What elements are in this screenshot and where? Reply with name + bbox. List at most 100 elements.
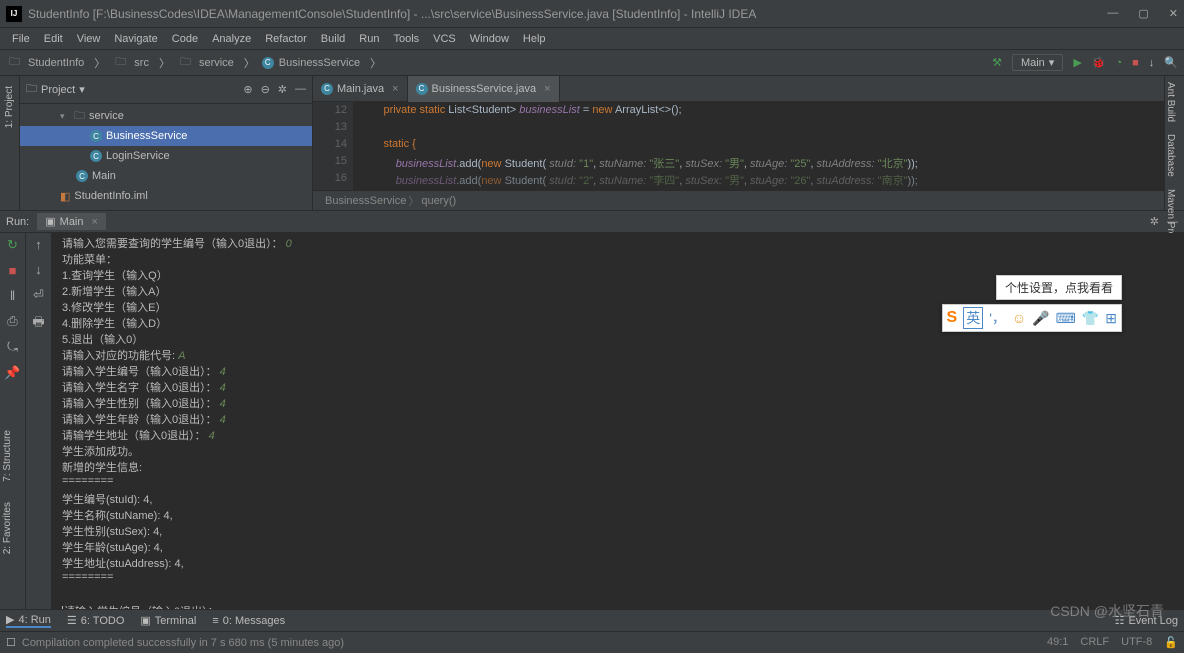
sidebar-ant[interactable]: Ant Build [1165, 76, 1176, 128]
code-editor[interactable]: 1213141516 private static List<Student> … [313, 102, 1164, 190]
menu-tools[interactable]: Tools [387, 31, 425, 47]
left-tool-stripe-lower: 7: Structure 2: Favorites [0, 420, 20, 564]
target-icon[interactable]: ⊖ [261, 83, 270, 96]
exit-icon[interactable]: ⤿ [7, 339, 18, 355]
print-icon[interactable]: 🖶 [32, 313, 44, 335]
ime-emoji-icon[interactable]: ☺ [1012, 310, 1026, 326]
right-tool-stripe: Ant Build Database Maven Projects [1164, 76, 1184, 210]
bottom-tab-run[interactable]: ▶4: Run [6, 613, 51, 628]
close-tab-icon[interactable]: × [392, 83, 398, 95]
ime-keyboard-icon[interactable]: ⌨ [1056, 310, 1076, 327]
lock-icon[interactable]: 🔓 [1164, 636, 1178, 649]
sidebar-favorites[interactable]: 2: Favorites [0, 492, 15, 564]
stop-icon[interactable]: ■ [9, 263, 17, 278]
gear-icon[interactable]: ✲ [1150, 215, 1159, 228]
message-icon: ≡ [212, 615, 218, 627]
close-tab-icon[interactable]: × [544, 83, 550, 95]
status-icon[interactable]: ☐ [6, 636, 16, 649]
ime-mic-icon[interactable]: 🎤 [1032, 310, 1049, 327]
breadcrumb[interactable]: 🗀 StudentInfo 〉 🗀 src 〉 🗀 service 〉 C Bu… [6, 53, 992, 72]
menu-refactor[interactable]: Refactor [259, 31, 313, 47]
run-icon[interactable]: ▶ [1073, 56, 1081, 69]
menu-help[interactable]: Help [517, 31, 552, 47]
menu-vcs[interactable]: VCS [427, 31, 462, 47]
tree-row-iml[interactable]: ◧ StudentInfo.iml [20, 186, 312, 206]
folder-icon: 🗀 [74, 107, 85, 126]
sidebar-structure[interactable]: 7: Structure [0, 420, 15, 492]
class-icon: C [90, 130, 102, 142]
sidebar-database[interactable]: Database [1165, 128, 1176, 183]
down-icon[interactable]: ↓ [35, 262, 42, 277]
crumb-service[interactable]: service [196, 57, 237, 69]
folder-icon: 🗀 [112, 53, 129, 72]
build-icon[interactable]: ⚒ [992, 56, 1002, 69]
ime-skin-icon[interactable]: 👕 [1082, 310, 1099, 327]
git-icon[interactable]: ↓ [1149, 57, 1155, 69]
collapse-icon[interactable]: ⊕ [243, 83, 252, 96]
tree-row-service[interactable]: ▾ 🗀 service [20, 106, 312, 126]
folder-icon: 🗀 [177, 53, 194, 72]
menu-view[interactable]: View [71, 31, 107, 47]
menu-edit[interactable]: Edit [38, 31, 69, 47]
sidebar-project[interactable]: 1: Project [4, 76, 15, 138]
hide-icon[interactable]: — [1167, 216, 1178, 228]
hide-icon[interactable]: — [295, 83, 306, 96]
crumb-class[interactable]: BusinessService [276, 57, 363, 69]
ime-tooltip[interactable]: 个性设置，点我看看 [996, 275, 1122, 300]
ime-lang[interactable]: 英 [963, 307, 983, 329]
editor-tabs: C Main.java × C BusinessService.java × [313, 76, 1164, 102]
class-icon: C [76, 170, 88, 182]
minimize-icon[interactable]: — [1107, 7, 1118, 20]
debug-icon[interactable]: 🐞 [1092, 56, 1106, 69]
bottom-tab-messages[interactable]: ≡0: Messages [212, 615, 285, 627]
iml-icon: ◧ [60, 190, 70, 203]
search-icon[interactable]: 🔍 [1164, 56, 1178, 69]
tree-row-business-service[interactable]: C BusinessService [20, 126, 312, 146]
gear-icon[interactable]: ✲ [278, 83, 287, 96]
status-line-ending[interactable]: CRLF [1080, 636, 1109, 649]
stop-icon[interactable]: ■ [1132, 57, 1139, 69]
tree-row-main[interactable]: C Main [20, 166, 312, 186]
dump-icon[interactable]: ⎙ [7, 313, 17, 329]
up-icon[interactable]: ↑ [35, 237, 42, 252]
tree-row-login-service[interactable]: C LoginService [20, 146, 312, 166]
pin-icon[interactable]: 📌 [4, 365, 20, 381]
chevron-down-icon[interactable]: ▾ [60, 111, 70, 122]
menu-window[interactable]: Window [464, 31, 515, 47]
project-panel-label[interactable]: 🗀 Project ▾ [26, 80, 237, 99]
ime-tool-icon[interactable]: ⊞ [1105, 310, 1117, 327]
crumb-src[interactable]: src [131, 57, 152, 69]
play-icon: ▶ [6, 613, 14, 626]
menu-analyze[interactable]: Analyze [206, 31, 257, 47]
sogou-icon[interactable]: S [947, 309, 958, 327]
editor-breadcrumb[interactable]: BusinessService 〉 query() [313, 190, 1164, 210]
run-panel: Run: ▣ Main × ✲ — ↻ ■ ‖ ⎙ ⤿ 📌 ↑ ↓ ⏎ 🖶 请输… [0, 210, 1184, 609]
tab-main[interactable]: C Main.java × [313, 76, 408, 102]
crumb-root[interactable]: StudentInfo [25, 57, 87, 69]
rerun-icon[interactable]: ↻ [7, 237, 18, 253]
maximize-icon[interactable]: ▢ [1138, 7, 1148, 20]
line-gutter: 1213141516 [313, 102, 353, 190]
ime-punct-icon[interactable]: '， [989, 308, 1006, 328]
close-icon[interactable]: ✕ [1169, 7, 1178, 20]
run-tab-main[interactable]: ▣ Main × [37, 213, 106, 230]
bottom-tab-terminal[interactable]: ▣Terminal [140, 614, 196, 627]
close-tab-icon[interactable]: × [92, 216, 98, 228]
editor-area: C Main.java × C BusinessService.java × 1… [313, 76, 1164, 210]
status-position[interactable]: 49:1 [1047, 636, 1068, 649]
menu-file[interactable]: File [6, 31, 36, 47]
run-config-dropdown[interactable]: Main ▾ [1012, 54, 1063, 71]
project-panel: 🗀 Project ▾ ⊕ ⊖ ✲ — ▾ 🗀 service C Busine… [20, 76, 313, 210]
menu-navigate[interactable]: Navigate [108, 31, 163, 47]
coverage-icon[interactable]: ◔ [1115, 57, 1122, 69]
pause-icon[interactable]: ‖ [10, 288, 15, 303]
menu-build[interactable]: Build [315, 31, 351, 47]
menu-run[interactable]: Run [353, 31, 385, 47]
project-tree[interactable]: ▾ 🗀 service C BusinessService C LoginSer… [20, 104, 312, 208]
bottom-tab-todo[interactable]: ☰6: TODO [67, 614, 124, 627]
tab-business-service[interactable]: C BusinessService.java × [408, 76, 560, 102]
menu-code[interactable]: Code [166, 31, 204, 47]
ime-toolbar[interactable]: S 英 '， ☺ 🎤 ⌨ 👕 ⊞ [942, 304, 1122, 332]
status-encoding[interactable]: UTF-8 [1121, 636, 1152, 649]
wrap-icon[interactable]: ⏎ [33, 287, 44, 303]
